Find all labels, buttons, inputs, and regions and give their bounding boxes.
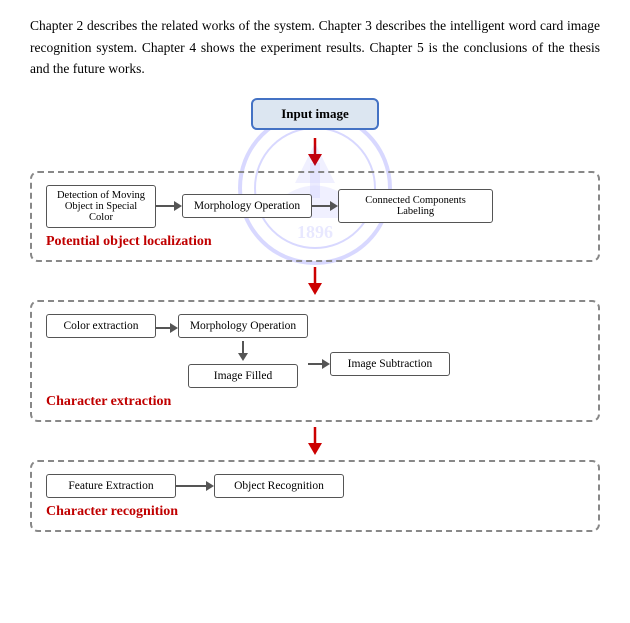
color-extraction-box: Color extraction — [46, 314, 156, 338]
input-image-box: Input image — [251, 98, 379, 130]
morphology-box2: Morphology Operation — [178, 314, 308, 338]
connected-components-box: Connected Components Labeling — [338, 189, 493, 223]
arrow-1-2 — [156, 201, 182, 211]
arrow-to-section3 — [30, 427, 600, 455]
section2-top-area: Color extraction Morphology Operation — [46, 314, 584, 388]
arrow-filled-subtraction: Image Subtraction — [308, 352, 450, 376]
section2-mid-col: Morphology Operation Image Filled — [178, 314, 308, 388]
detection-box: Detection of Moving Object in Special Co… — [46, 185, 156, 228]
image-filled-box: Image Filled — [188, 364, 298, 388]
image-subtraction-box: Image Subtraction — [330, 352, 450, 376]
arrow-to-section2 — [30, 267, 600, 295]
feature-extraction-box: Feature Extraction — [46, 474, 176, 498]
section1-row: Detection of Moving Object in Special Co… — [46, 185, 584, 228]
section3-box: Feature Extraction Object Recognition Ch… — [30, 460, 600, 532]
section1-box: Detection of Moving Object in Special Co… — [30, 171, 600, 262]
section1-label: Potential object localization — [46, 234, 584, 250]
section3-row: Feature Extraction Object Recognition — [46, 474, 584, 498]
section2-label: Character extraction — [46, 394, 584, 410]
arrow-morphology-down — [238, 341, 248, 361]
object-recognition-box: Object Recognition — [214, 474, 344, 498]
section2-left-col: Color extraction — [46, 314, 156, 338]
arrow-feat-obj — [176, 481, 214, 491]
section2-box: Color extraction Morphology Operation — [30, 300, 600, 422]
input-image-container: Input image — [30, 98, 600, 130]
section3-label: Character recognition — [46, 504, 584, 520]
section2-right-col: Image Subtraction — [308, 314, 584, 376]
paragraph-text: Chapter 2 describes the related works of… — [30, 15, 600, 80]
morphology-box1: Morphology Operation — [182, 194, 312, 218]
diagram-area: 1896 Input image Detection of Moving Obj… — [30, 98, 600, 532]
arrow-2-3 — [312, 201, 338, 211]
arrow-c1-c2 — [156, 323, 178, 333]
